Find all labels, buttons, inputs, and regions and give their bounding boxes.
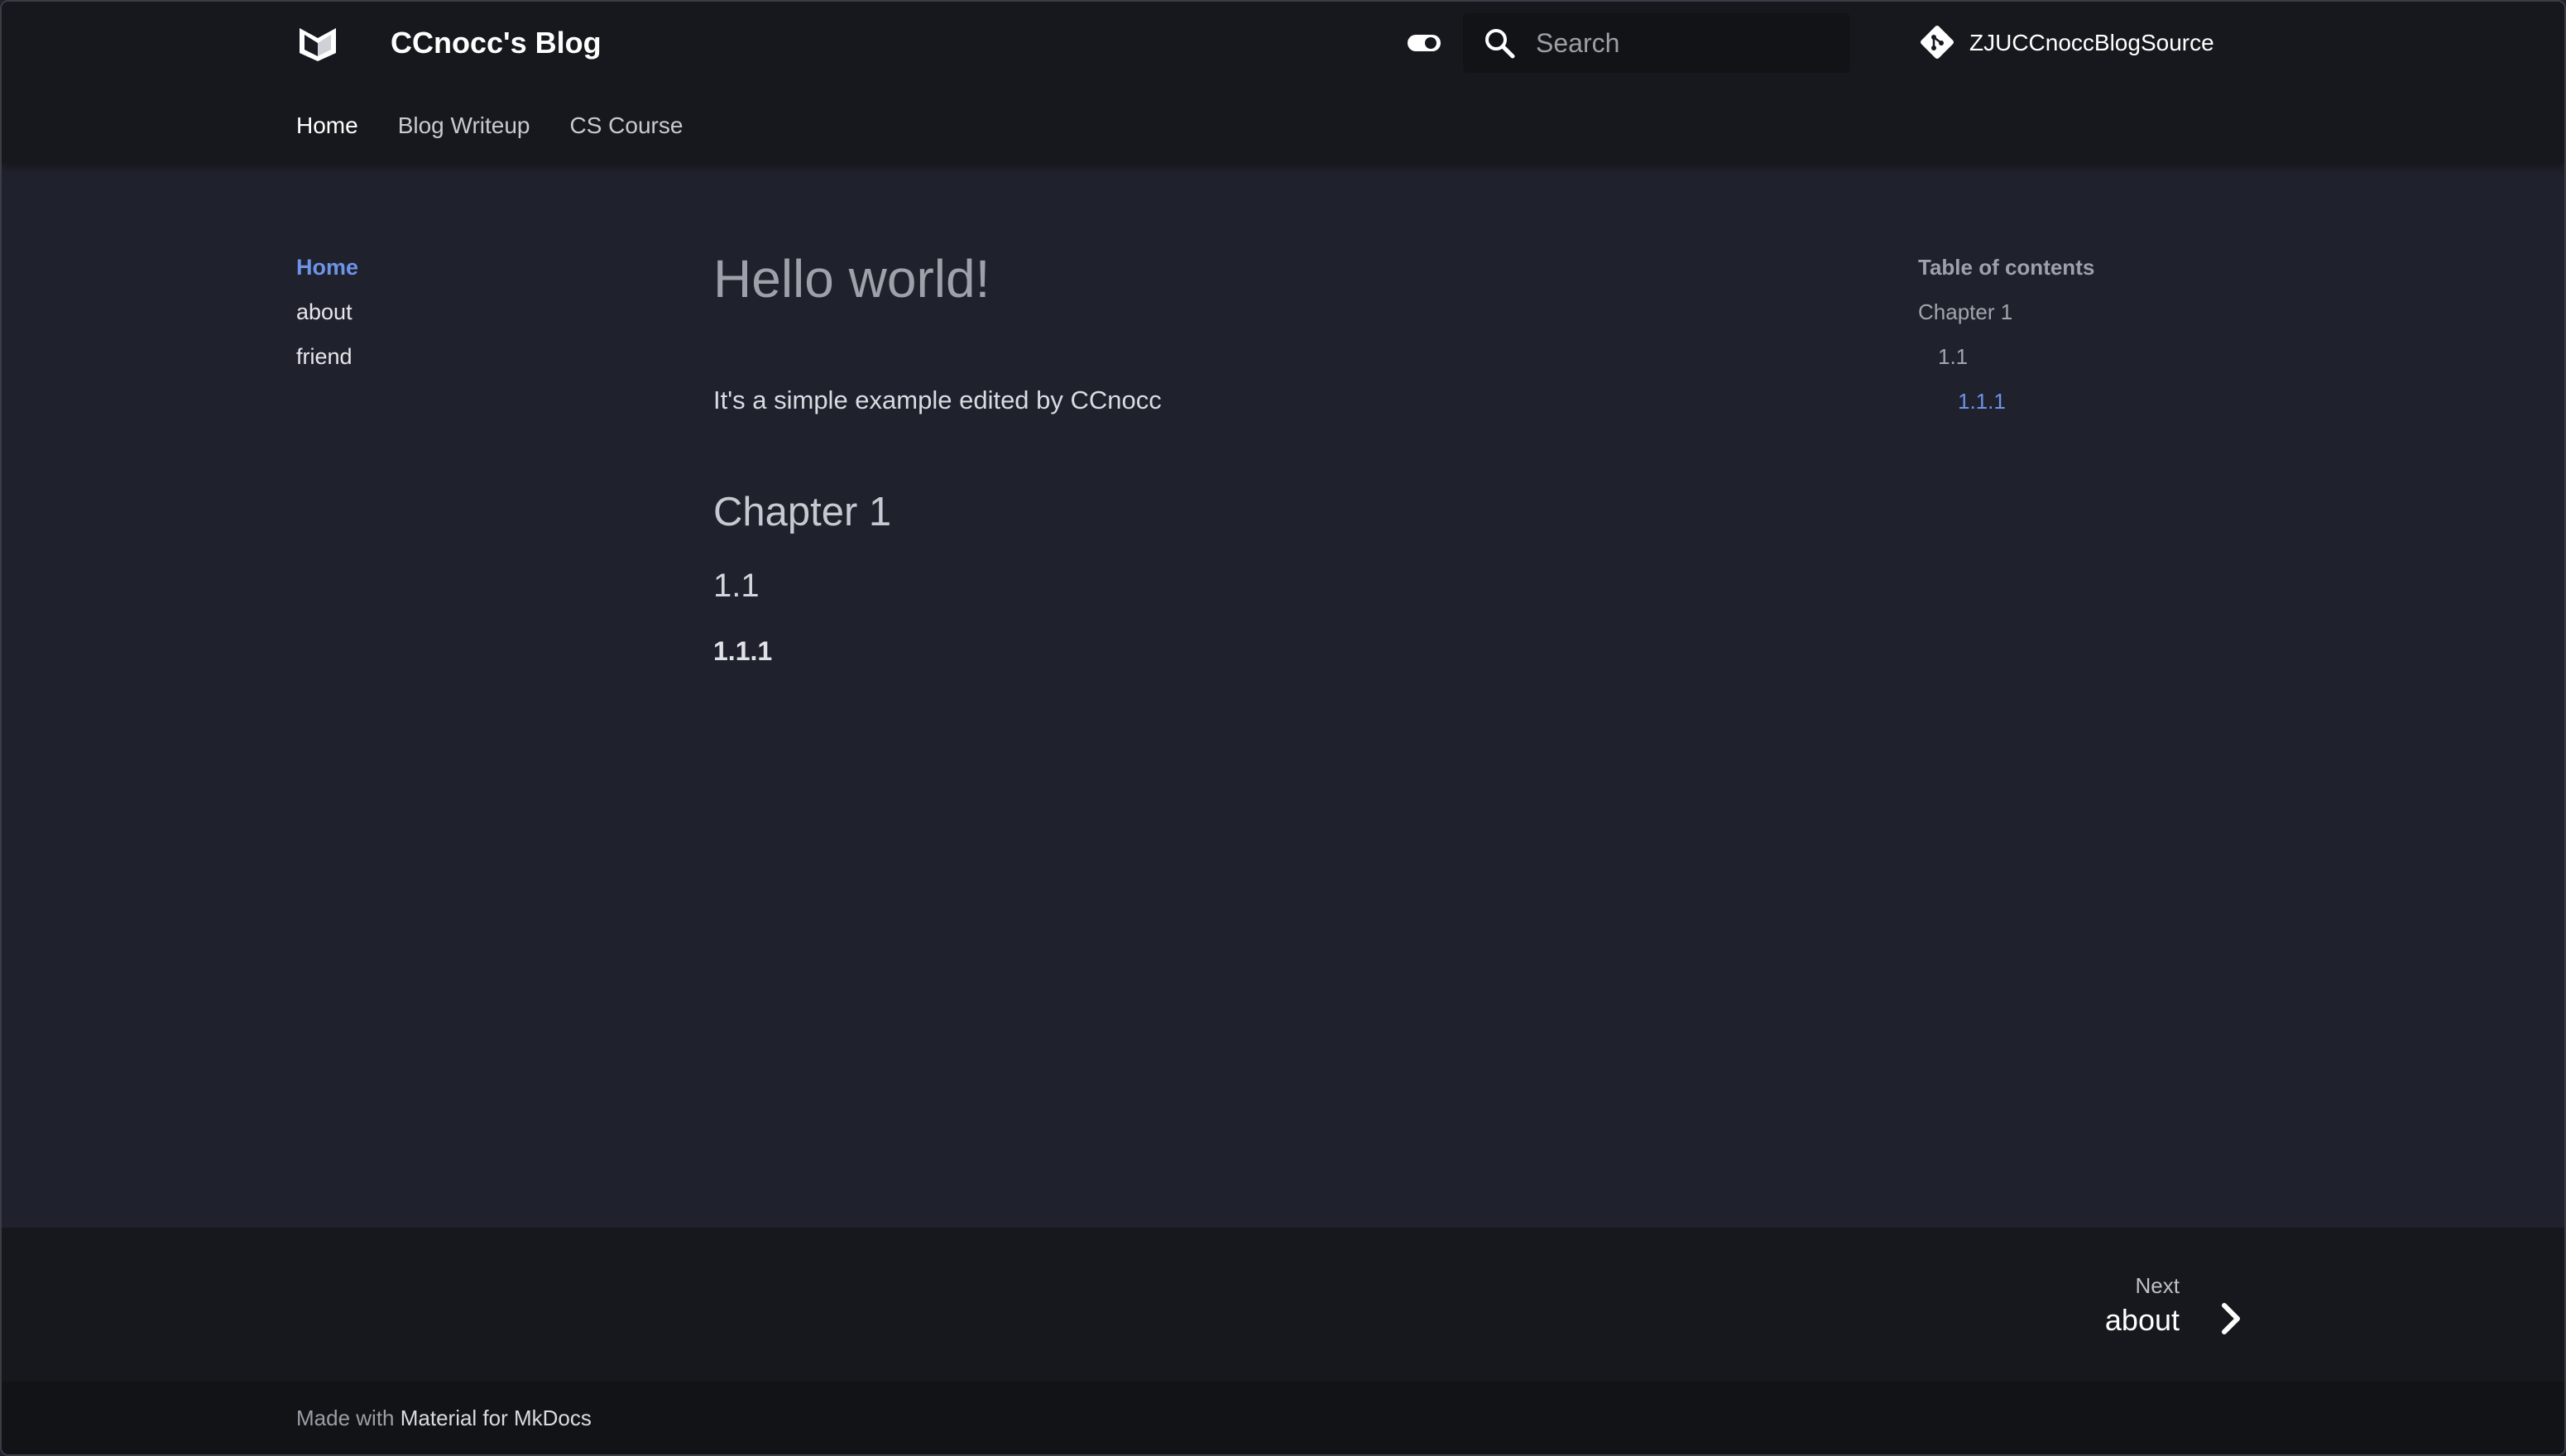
main-content: Hello world! It's a simple example edite…	[713, 242, 1789, 672]
sidebar-item-about[interactable]: about	[296, 293, 358, 338]
browser-viewport: CCnocc's Blog Search ZJUCCnoccBlogSource…	[0, 0, 2566, 1456]
tab-home[interactable]: Home	[296, 106, 358, 146]
heading-1-1-1: 1.1.1	[713, 636, 773, 666]
search-icon	[1483, 26, 1516, 60]
next-page-link[interactable]: Next about	[2087, 1271, 2261, 1345]
footer-navigation: Next about	[2, 1228, 2564, 1382]
header: CCnocc's Blog Search ZJUCCnoccBlogSource…	[2, 2, 2564, 164]
heading-1-1: 1.1	[713, 568, 760, 604]
tab-cs-course[interactable]: CS Course	[570, 106, 683, 146]
site-title[interactable]: CCnocc's Blog	[391, 23, 602, 63]
heading-chapter-1: Chapter 1	[713, 490, 892, 534]
footer-meta: Made with Material for MkDocs	[2, 1382, 2564, 1454]
chevron-right-icon	[2214, 1299, 2247, 1339]
toc-item-1-1[interactable]: 1.1	[1918, 338, 2094, 382]
search-input[interactable]: Search	[1463, 13, 1850, 73]
dark-mode-toggle-icon[interactable]	[1407, 33, 1441, 53]
made-with-text: Made with Material for MkDocs	[296, 1400, 592, 1436]
git-icon	[1918, 23, 1956, 61]
material-logo-icon[interactable]	[296, 23, 339, 63]
table-of-contents: Table of contents Chapter 1 1.1 1.1.1	[1918, 248, 2094, 427]
search-placeholder: Search	[1536, 28, 1620, 58]
header-tabs: Home Blog Writeup CS Course	[296, 106, 683, 146]
intro-paragraph: It's a simple example edited by CCnocc	[713, 386, 1162, 414]
toc-title: Table of contents	[1918, 255, 2095, 280]
next-caption: Next	[2135, 1273, 2180, 1298]
tab-blog-writeup[interactable]: Blog Writeup	[398, 106, 530, 146]
toc-item-1-1-1[interactable]: 1.1.1	[1918, 382, 2094, 427]
page-title: Hello world!	[713, 249, 990, 309]
next-title: about	[2104, 1303, 2180, 1337]
sidebar-item-home[interactable]: Home	[296, 248, 358, 293]
toc-item-chapter-1[interactable]: Chapter 1	[1918, 293, 2094, 338]
mkdocs-material-link[interactable]: Material for MkDocs	[400, 1406, 592, 1430]
made-with-prefix: Made with	[296, 1406, 395, 1430]
sidebar-item-friend[interactable]: friend	[296, 338, 358, 382]
repo-name: ZJUCCnoccBlogSource	[1969, 30, 2214, 55]
sidebar-nav: Home about friend	[296, 248, 358, 382]
